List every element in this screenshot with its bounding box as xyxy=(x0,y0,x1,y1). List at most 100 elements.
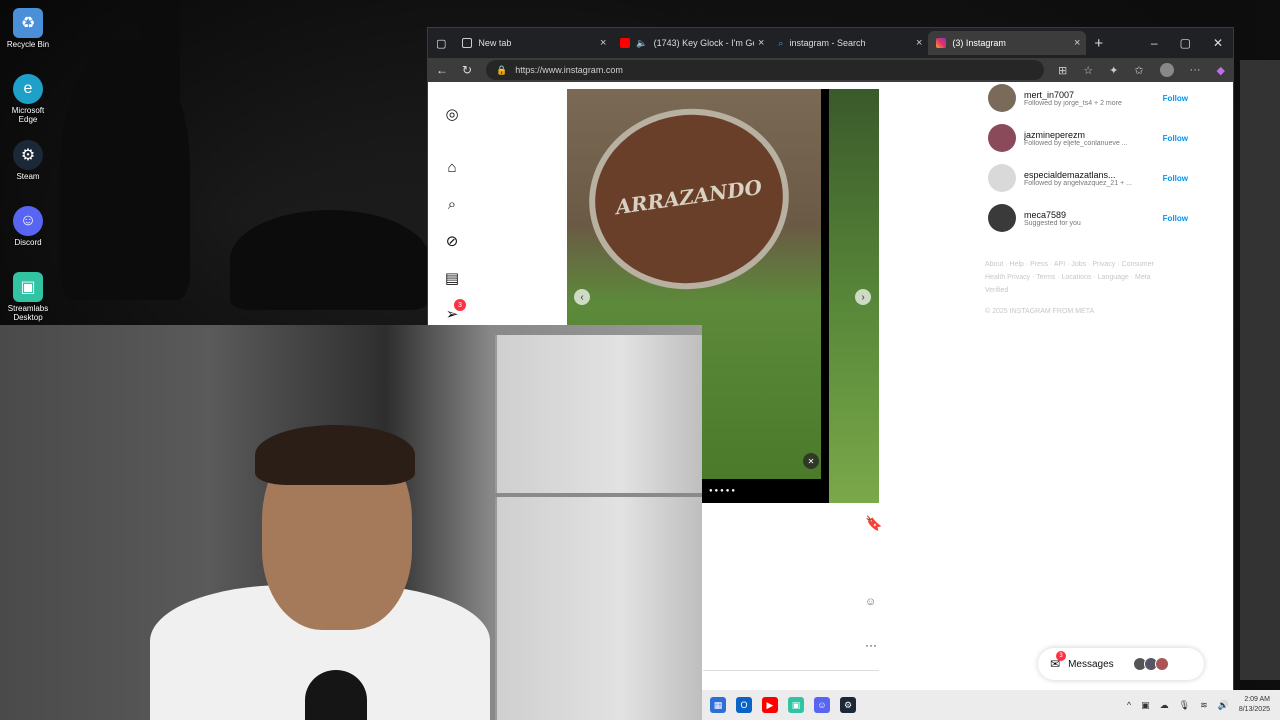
palm-silhouette xyxy=(230,210,430,310)
url-field[interactable]: 🔒 https://www.instagram.com xyxy=(486,60,1044,80)
streamlabs-icon[interactable]: ▣ xyxy=(788,697,804,713)
suggestion-username[interactable]: meca7589 xyxy=(1024,210,1136,220)
tab-new-tab[interactable]: New tab × xyxy=(454,31,612,55)
suggestion-row: mert_in7007 Followed by jorge_ts4 + 2 mo… xyxy=(988,82,1188,114)
microphone-icon[interactable]: 🎙 xyxy=(1179,700,1190,711)
desktop-icon-edge[interactable]: e Microsoft Edge xyxy=(4,70,52,136)
instagram-logo-icon[interactable]: ◎ xyxy=(440,102,464,126)
mute-icon[interactable]: ✕ xyxy=(803,453,819,469)
steam-icon: ⚙ xyxy=(13,140,43,170)
desktop-icon-discord[interactable]: ☺ Discord xyxy=(4,202,52,268)
tab-bar: ▢ New tab × 🔈 (1743) Key Glock - I'm Get… xyxy=(428,28,1233,58)
app-available-icon[interactable]: ⊞ xyxy=(1058,64,1067,77)
steam-icon[interactable]: ⚙ xyxy=(840,697,856,713)
avatar[interactable] xyxy=(988,84,1016,112)
suggestion-username[interactable]: mert_in7007 xyxy=(1024,90,1136,100)
tab-youtube[interactable]: 🔈 (1743) Key Glock - I'm Getti × xyxy=(612,31,770,55)
clock-date: 8/13/2025 xyxy=(1238,706,1270,713)
minimize-icon[interactable]: – xyxy=(1151,36,1158,50)
discord-icon[interactable]: ☺ xyxy=(814,697,830,713)
close-icon[interactable]: × xyxy=(600,37,606,49)
emoji-icon[interactable]: ☺ xyxy=(865,596,876,608)
close-window-icon[interactable]: ✕ xyxy=(1213,36,1223,50)
explore-icon[interactable]: ⊘ xyxy=(440,229,464,253)
edge-icon: e xyxy=(13,74,43,104)
follow-button[interactable]: Follow xyxy=(1163,134,1188,143)
avatar[interactable] xyxy=(988,164,1016,192)
more-options-icon[interactable]: ··· xyxy=(1190,64,1201,76)
follow-button[interactable]: Follow xyxy=(1163,214,1188,223)
suggestion-row: especialdemazatlans... Followed by angel… xyxy=(988,162,1188,194)
refrigerator xyxy=(495,335,702,720)
avatar[interactable] xyxy=(988,124,1016,152)
suggestion-username[interactable]: especialdemazatlans... xyxy=(1024,170,1136,180)
sidebar-toggle-icon[interactable]: ▢ xyxy=(436,37,446,50)
more-options-icon[interactable]: ··· xyxy=(865,638,877,652)
favorite-star-icon[interactable]: ☆ xyxy=(1083,64,1093,77)
footer-links[interactable]: About · Help · Press · API · Jobs · Priv… xyxy=(985,258,1155,297)
direct-messages-icon[interactable]: ➢ 3 xyxy=(440,299,466,326)
comment-divider xyxy=(703,670,879,671)
lock-icon: 🔒 xyxy=(496,64,508,75)
page-icon xyxy=(462,38,473,48)
avatar[interactable] xyxy=(988,204,1016,232)
refresh-icon[interactable]: ↻ xyxy=(462,63,472,77)
desktop-icon-label: Streamlabs Desktop xyxy=(7,304,49,322)
desktop-icon-recycle-bin[interactable]: ♻ Recycle Bin xyxy=(4,4,52,70)
tab-label: instagram - Search xyxy=(789,38,866,48)
maximize-icon[interactable]: ▢ xyxy=(1180,36,1191,50)
suggestion-subtitle: Suggested for you xyxy=(1024,219,1081,227)
suggestion-row: jazmineperezm Followed by eljefe_conlanu… xyxy=(988,122,1188,154)
messages-label: Messages xyxy=(1068,658,1114,670)
suggestion-subtitle: Followed by angelvazquez_21 + ... xyxy=(1024,179,1132,187)
close-icon[interactable]: × xyxy=(916,37,922,49)
close-icon[interactable]: × xyxy=(758,37,764,49)
tab-label: (3) Instagram xyxy=(952,38,1006,48)
store-icon[interactable]: ▦ xyxy=(710,697,726,713)
bookmark-icon[interactable]: 🔖 xyxy=(865,515,882,532)
reels-icon[interactable]: ▤ xyxy=(440,266,464,290)
clock[interactable]: 2:09 AM 8/13/2025 xyxy=(1239,695,1270,715)
desktop-icon-steam[interactable]: ⚙ Steam xyxy=(4,136,52,202)
search-icon[interactable]: ⌕ xyxy=(440,192,464,216)
notification-badge: 3 xyxy=(454,299,466,311)
wifi-icon[interactable]: ≋ xyxy=(1200,700,1208,711)
follow-button[interactable]: Follow xyxy=(1163,174,1188,183)
desktop-icon-label: Recycle Bin xyxy=(6,40,50,49)
desktop-icons: ♻ Recycle Bin e Microsoft Edge ⚙ Steam ☺… xyxy=(4,4,52,334)
tab-instagram[interactable]: (3) Instagram × xyxy=(928,31,1087,55)
address-bar: ← ↻ 🔒 https://www.instagram.com ⊞ ☆ ✦ ✩ … xyxy=(428,58,1233,82)
outlook-icon[interactable]: O xyxy=(736,697,752,713)
back-icon[interactable]: ← xyxy=(436,63,448,77)
volume-icon[interactable]: 🔊 xyxy=(1218,700,1229,711)
tab-instagram-search[interactable]: ⌕ instagram - Search × xyxy=(770,31,928,55)
carousel-next-icon[interactable]: › xyxy=(855,289,871,305)
desktop-icon-label: Discord xyxy=(14,238,42,247)
recycle-bin-icon: ♻ xyxy=(13,8,43,38)
speaker-icon[interactable]: 🔈 xyxy=(636,38,647,49)
youtube-icon[interactable]: ▶ xyxy=(762,697,778,713)
chevron-up-icon[interactable]: ^ xyxy=(1127,700,1131,710)
new-tab-button[interactable]: + xyxy=(1094,35,1103,52)
copilot-icon[interactable]: ◆ xyxy=(1217,64,1225,77)
messenger-icon: ✉ 3 xyxy=(1050,651,1066,671)
next-image-preview xyxy=(829,89,879,503)
home-icon[interactable]: ⌂ xyxy=(440,155,464,179)
streamlabs-icon: ▣ xyxy=(13,272,43,302)
avatar xyxy=(1154,657,1169,671)
suggestion-username[interactable]: jazmineperezm xyxy=(1024,130,1136,140)
profile-avatar[interactable] xyxy=(1159,63,1174,77)
tab-label: (1743) Key Glock - I'm Getti xyxy=(653,38,754,48)
close-icon[interactable]: × xyxy=(1074,37,1080,49)
discord-icon: ☺ xyxy=(13,206,43,236)
extensions-icon[interactable]: ✦ xyxy=(1109,64,1118,77)
favorites-icon[interactable]: ✩ xyxy=(1134,64,1143,77)
app-tray-icon[interactable]: ▣ xyxy=(1141,700,1150,711)
carousel-prev-icon[interactable]: ‹ xyxy=(574,289,590,305)
suggestion-subtitle: Followed by eljefe_conlanueve ... xyxy=(1024,139,1128,147)
messages-button[interactable]: ✉ 3 Messages xyxy=(1038,648,1204,680)
instagram-icon xyxy=(936,38,947,48)
cloud-icon[interactable]: ☁ xyxy=(1160,700,1169,711)
suggestion-row: meca7589 Suggested for you Follow xyxy=(988,202,1188,234)
follow-button[interactable]: Follow xyxy=(1163,94,1188,103)
